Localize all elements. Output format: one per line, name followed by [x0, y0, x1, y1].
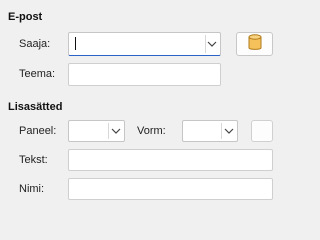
panel-combobox[interactable]	[68, 120, 125, 142]
chevron-down-icon[interactable]	[108, 121, 124, 141]
text-input[interactable]	[68, 149, 273, 171]
recipient-label: Saaja:	[19, 38, 51, 50]
extras-section-heading: Lisasätted	[8, 101, 63, 113]
chevron-down-icon[interactable]	[204, 33, 220, 55]
address-book-button[interactable]	[236, 32, 273, 56]
database-icon	[248, 34, 262, 54]
email-section-heading: E-post	[8, 11, 43, 23]
name-label: Nimi:	[19, 183, 45, 195]
recipient-combobox[interactable]	[68, 32, 221, 56]
form-label: Vorm:	[137, 125, 166, 137]
text-cursor	[75, 37, 76, 50]
form-combobox[interactable]	[182, 120, 238, 142]
name-input[interactable]	[68, 178, 273, 200]
subject-input[interactable]	[68, 63, 221, 86]
panel-label: Paneel:	[19, 125, 57, 137]
chevron-down-icon[interactable]	[221, 121, 237, 141]
subject-label: Teema:	[19, 68, 56, 80]
text-label: Tekst:	[19, 154, 48, 166]
form-options-button[interactable]	[251, 120, 273, 142]
